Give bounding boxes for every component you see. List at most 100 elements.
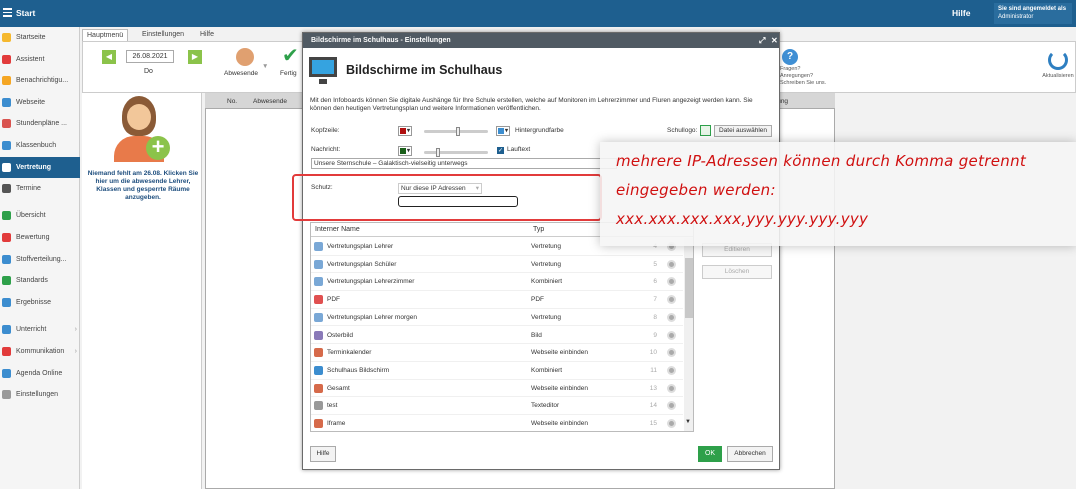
dialog-titlebar[interactable]: Bildschirme im Schulhaus - Einstellungen… [303, 33, 779, 48]
sidebar-item-label: Termine [16, 185, 41, 192]
table-row[interactable]: Osterbild Bild 9 [311, 327, 683, 345]
choose-file-button[interactable]: Datei auswählen [714, 125, 772, 137]
row-type: Vertretung [531, 260, 561, 268]
annotation-callout: mehrere IP-Adressen können durch Komma g… [600, 142, 1076, 246]
sidebar: Startseite Assistent Benachrichtigu... Webs… [0, 27, 80, 489]
sidebar-item-label: Stoffverteilung... [16, 256, 67, 263]
refresh-button[interactable]: Aktualisieren [1040, 50, 1076, 79]
row-status-icon[interactable] [667, 419, 676, 428]
delete-button[interactable]: Löschen [702, 265, 772, 279]
next-day-button[interactable]: ▶ [188, 50, 202, 64]
sidebar-item-12[interactable]: Ergebnisse [0, 292, 80, 313]
user-menu[interactable]: Sie sind angemeldet als Administrator [994, 3, 1072, 24]
row-number: 9 [653, 331, 657, 339]
sidebar-item-label: Standards [16, 277, 48, 284]
school-logo-label: Schullogo: [667, 127, 698, 134]
table-row[interactable]: test Texteditor 14 [311, 397, 683, 415]
prev-day-button[interactable]: ◀ [102, 50, 116, 64]
sidebar-item-3[interactable]: Webseite [0, 92, 80, 113]
cancel-button[interactable]: Abbrechen [727, 446, 773, 462]
sidebar-item-9[interactable]: Bewertung [0, 227, 80, 248]
header-color-picker[interactable]: ▾ [398, 126, 412, 136]
header-opacity-slider[interactable] [424, 127, 488, 136]
table-row[interactable]: Gesamt Webseite einbinden 13 [311, 380, 683, 398]
message-opacity-slider[interactable] [424, 148, 488, 157]
sidebar-item-0[interactable]: Startseite [0, 27, 80, 48]
row-status-icon[interactable] [667, 312, 676, 322]
row-type: Webseite einbinden [531, 349, 588, 357]
sidebar-item-1[interactable]: Assistent [0, 49, 80, 70]
sidebar-item-4[interactable]: Stundenpläne ... [0, 113, 80, 134]
table-row[interactable]: PDF PDF 7 [311, 291, 683, 309]
table-row[interactable]: Iframe Webseite einbinden 15 [311, 415, 683, 431]
sidebar-item-5[interactable]: Klassenbuch [0, 135, 80, 156]
close-icon[interactable]: ✕ [771, 33, 778, 48]
sidebar-item-7[interactable]: Termine [0, 178, 80, 199]
row-status-icon[interactable] [667, 365, 676, 375]
sidebar-item-label: Klassenbuch [16, 142, 57, 149]
no-absence-hint[interactable]: Niemand fehlt am 26.08. Klicken Sie hier… [86, 170, 200, 202]
row-status-icon[interactable] [667, 383, 676, 393]
sidebar-item-6[interactable]: Vertretung [0, 157, 80, 178]
message-color-picker[interactable]: ▾ [398, 146, 412, 156]
sidebar-item-13[interactable]: Unterricht › [0, 319, 80, 340]
tab-hilfe[interactable]: Hilfe [196, 29, 218, 41]
col-internal-name[interactable]: Interner Name [315, 226, 360, 233]
table-row[interactable]: Vertretungsplan Lehrerzimmer Kombiniert 6 [311, 273, 683, 292]
ticker-input[interactable]: Unsere Sternschule – Galaktisch-vielseit… [311, 158, 617, 169]
annotation-line: xxx.xxx.xxx.xxx,yyy.yyy.yyy.yyy [616, 210, 869, 228]
row-status-icon[interactable] [667, 277, 676, 287]
sidebar-item-2[interactable]: Benachrichtigu... [0, 70, 80, 91]
dialog-description: Mit den Infoboards können Sie digitale A… [310, 97, 753, 112]
sidebar-item-16[interactable]: Einstellungen [0, 384, 80, 405]
table-row[interactable]: Vertretungsplan Lehrer morgen Vertretung 8 [311, 309, 683, 327]
sidebar-item-icon [2, 33, 11, 42]
col-no[interactable]: No. [227, 98, 237, 105]
scroll-down-icon[interactable]: ▼ [685, 419, 691, 425]
ticker-checkbox[interactable]: ✓ [497, 147, 504, 154]
maximize-icon[interactable]: ⤢ [759, 33, 765, 48]
sidebar-item-icon [2, 390, 11, 399]
help-button[interactable]: Hilfe [310, 446, 336, 462]
refresh-icon [1048, 50, 1068, 70]
row-status-icon[interactable] [667, 295, 676, 305]
row-type: Kombiniert [531, 278, 563, 286]
col-type[interactable]: Typ [533, 226, 544, 233]
highlight-box [292, 174, 602, 221]
row-name: PDF [327, 296, 340, 304]
sidebar-item-10[interactable]: Stoffverteilung... [0, 249, 80, 270]
sidebar-item-icon [2, 211, 11, 220]
help-link[interactable]: Hilfe [952, 8, 970, 18]
sidebar-item-11[interactable]: Standards [0, 270, 80, 291]
person-avatar-icon[interactable]: + [108, 96, 170, 164]
sidebar-item-label: Stundenpläne ... [16, 120, 67, 127]
faq-button[interactable]: ? Fragen? Anregungen? Schreiben Sie uns. [780, 49, 826, 87]
menu-icon[interactable] [3, 8, 12, 17]
app-title[interactable]: Start [16, 8, 35, 18]
absent-dropdown-icon[interactable]: ▼ [262, 63, 268, 70]
sidebar-item-icon [2, 369, 11, 378]
table-row[interactable]: Terminkalender Webseite einbinden 10 [311, 344, 683, 362]
annotation-line: eingegeben werden: [616, 181, 776, 199]
table-row[interactable]: Schulhaus Bildschirm Kombiniert 11 [311, 362, 683, 380]
date-field[interactable]: 26.08.2021 [126, 50, 174, 63]
screen-type-icon [314, 330, 323, 340]
sidebar-item-14[interactable]: Kommunikation › [0, 341, 80, 362]
tab-einstellungen[interactable]: Einstellungen [138, 29, 188, 41]
tab-hauptmenue[interactable]: Hauptmenü [82, 29, 129, 41]
row-status-icon[interactable] [667, 259, 676, 269]
row-number: 15 [649, 420, 657, 427]
sidebar-item-15[interactable]: Agenda Online [0, 363, 80, 384]
sidebar-item-8[interactable]: Übersicht [0, 205, 80, 226]
row-status-icon[interactable] [667, 330, 676, 340]
ok-button[interactable]: OK [698, 446, 722, 462]
row-status-icon[interactable] [667, 401, 676, 411]
col-absent[interactable]: Abwesende [253, 98, 287, 105]
sidebar-item-label: Assistent [16, 56, 45, 63]
table-scrollbar[interactable] [684, 238, 693, 431]
background-color-picker[interactable]: ▾ [496, 126, 510, 136]
row-status-icon[interactable] [667, 348, 676, 358]
table-row[interactable]: Vertretungsplan Schüler Vertretung 5 [311, 256, 683, 274]
ready-button[interactable]: Fertig [280, 70, 297, 77]
absent-button[interactable]: Abwesende [224, 70, 258, 77]
